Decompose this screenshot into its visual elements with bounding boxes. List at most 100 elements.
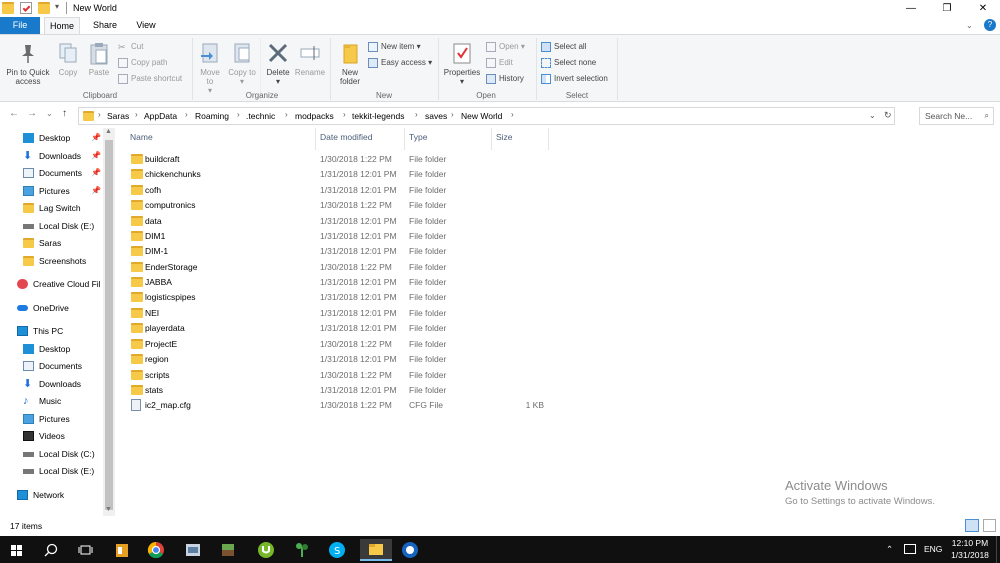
maximize-button[interactable]: ❐: [929, 0, 965, 17]
file-row[interactable]: computronics 1/30/2018 1:22 PM File folder: [126, 198, 666, 213]
nav-item-creative-cloud[interactable]: Creative Cloud Fil: [0, 276, 103, 292]
media-app-icon[interactable]: [110, 539, 142, 561]
select-none-button[interactable]: Select none: [541, 56, 596, 69]
breadcrumb-modpacks[interactable]: modpacks: [295, 111, 334, 121]
file-row[interactable]: logisticspipes 1/31/2018 12:01 PM File fol…: [126, 290, 666, 305]
clock[interactable]: 12:10 PM 1/31/2018: [950, 537, 990, 561]
nav-item-lag-switch[interactable]: Lag Switch: [0, 200, 103, 216]
file-row[interactable]: stats 1/31/2018 12:01 PM File folder: [126, 383, 666, 398]
app-blue-circle-icon[interactable]: [398, 539, 430, 561]
file-row[interactable]: JABBA 1/31/2018 12:01 PM File folder: [126, 275, 666, 290]
navigation-scrollbar[interactable]: ▲ ▼: [103, 128, 115, 516]
breadcrumb-new-world[interactable]: New World: [461, 111, 502, 121]
nav-item-pc-music[interactable]: ♪ Music: [0, 393, 103, 409]
file-row[interactable]: data 1/31/2018 12:01 PM File folder: [126, 214, 666, 229]
file-row[interactable]: scripts 1/30/2018 1:22 PM File folder: [126, 368, 666, 383]
pin-icon[interactable]: 📌: [91, 183, 101, 199]
move-to-button[interactable]: Move to ▾: [196, 41, 224, 95]
nav-item-pc-videos[interactable]: Videos: [0, 428, 103, 444]
tab-file[interactable]: File: [0, 17, 40, 34]
column-divider[interactable]: [548, 128, 549, 150]
breadcrumb-appdata[interactable]: AppData: [144, 111, 177, 121]
search-input[interactable]: Search Ne... ⌕: [919, 107, 994, 125]
plant-app-icon[interactable]: [290, 539, 322, 561]
file-row[interactable]: NEI 1/31/2018 12:01 PM File folder: [126, 306, 666, 321]
delete-button[interactable]: Delete ▾: [263, 41, 293, 86]
minecraft-icon[interactable]: [216, 539, 248, 561]
tab-home[interactable]: Home: [44, 17, 80, 34]
file-row[interactable]: chickenchunks 1/31/2018 12:01 PM File fold…: [126, 167, 666, 182]
tab-share[interactable]: Share: [86, 17, 124, 34]
nav-item-downloads[interactable]: ⬇ Downloads 📌: [0, 148, 103, 164]
help-icon[interactable]: ?: [984, 19, 996, 31]
nav-item-pictures[interactable]: Pictures 📌: [0, 183, 103, 199]
pin-quick-access-button[interactable]: Pin to Quick access: [2, 41, 54, 86]
nav-item-network[interactable]: Network: [0, 487, 103, 503]
nav-item-local-disk-e[interactable]: Local Disk (E:): [0, 218, 103, 234]
breadcrumb-saras[interactable]: Saras: [107, 111, 129, 121]
file-explorer-taskbar-icon[interactable]: [360, 539, 392, 561]
file-row[interactable]: cofh 1/31/2018 12:01 PM File folder: [126, 183, 666, 198]
history-button[interactable]: History: [486, 72, 524, 85]
pin-icon[interactable]: 📌: [91, 130, 101, 146]
copy-to-button[interactable]: Copy to ▾: [228, 41, 256, 86]
ribbon-collapse-icon[interactable]: ⌄: [966, 21, 973, 30]
column-divider[interactable]: [404, 128, 405, 150]
pin-icon[interactable]: 📌: [91, 165, 101, 181]
nav-item-desktop[interactable]: Desktop 📌: [0, 130, 103, 146]
breadcrumb-chevron-icon[interactable]: ›: [511, 110, 514, 119]
nav-item-pc-desktop[interactable]: Desktop: [0, 341, 103, 357]
new-folder-button[interactable]: New folder: [334, 41, 366, 86]
breadcrumb-technic[interactable]: .technic: [246, 111, 275, 121]
show-desktop-button[interactable]: [996, 536, 1000, 563]
file-row[interactable]: DIM-1 1/31/2018 12:01 PM File folder: [126, 244, 666, 259]
breadcrumb-chevron-icon[interactable]: ›: [285, 110, 288, 119]
breadcrumb-tekkit-legends[interactable]: tekkit-legends: [352, 111, 404, 121]
file-row[interactable]: region 1/31/2018 12:01 PM File folder: [126, 352, 666, 367]
scrollbar-thumb[interactable]: [105, 140, 113, 510]
nav-item-saras[interactable]: Saras: [0, 235, 103, 251]
search-icon[interactable]: [40, 539, 72, 561]
battery-icon[interactable]: [904, 544, 916, 554]
rename-button[interactable]: Rename: [294, 41, 326, 77]
recent-locations-icon[interactable]: ⌄: [46, 109, 53, 118]
file-row[interactable]: EnderStorage 1/30/2018 1:22 PM File folder: [126, 260, 666, 275]
refresh-icon[interactable]: ↻: [884, 110, 892, 121]
nav-item-pc-pictures[interactable]: Pictures: [0, 411, 103, 427]
cut-button[interactable]: ✂ Cut: [118, 40, 143, 53]
new-folder-quick-icon[interactable]: [38, 2, 50, 14]
file-row[interactable]: DIM1 1/31/2018 12:01 PM File folder: [126, 229, 666, 244]
scroll-up-icon[interactable]: ▲: [105, 128, 112, 135]
language-indicator[interactable]: ENG: [924, 544, 942, 554]
file-row[interactable]: buildcraft 1/30/2018 1:22 PM File folder: [126, 152, 666, 167]
column-divider[interactable]: [491, 128, 492, 150]
paste-button[interactable]: Paste: [86, 41, 112, 77]
copy-button[interactable]: Copy: [56, 41, 80, 77]
windows-start-icon[interactable]: [5, 539, 37, 561]
scroll-down-icon[interactable]: ▼: [105, 506, 112, 513]
edit-button[interactable]: Edit: [486, 56, 513, 69]
breadcrumb-chevron-icon[interactable]: ›: [415, 110, 418, 119]
breadcrumb-chevron-icon[interactable]: ›: [135, 110, 138, 119]
properties-quick-icon[interactable]: [20, 2, 32, 14]
breadcrumb-chevron-icon[interactable]: ›: [451, 110, 454, 119]
file-row[interactable]: playerdata 1/31/2018 12:01 PM File folder: [126, 321, 666, 336]
task-view-icon[interactable]: [74, 539, 106, 561]
properties-button[interactable]: Properties ▾: [440, 41, 484, 86]
paste-shortcut-button[interactable]: Paste shortcut: [118, 72, 182, 85]
nav-item-this-pc[interactable]: This PC: [0, 323, 103, 339]
open-button[interactable]: Open ▾: [486, 40, 525, 53]
large-icons-view-icon[interactable]: [983, 519, 996, 532]
tab-view[interactable]: View: [128, 17, 164, 34]
tray-expand-icon[interactable]: ⌃: [886, 544, 893, 555]
skype-icon[interactable]: S: [325, 539, 357, 561]
file-row[interactable]: ProjectE 1/30/2018 1:22 PM File folder: [126, 337, 666, 352]
new-item-button[interactable]: New item ▾: [368, 40, 421, 53]
breadcrumb-chevron-icon[interactable]: ›: [98, 110, 101, 119]
nav-item-pc-downloads[interactable]: ⬇ Downloads: [0, 376, 103, 392]
address-bar[interactable]: › Saras › AppData › Roaming › .technic ›…: [78, 107, 895, 125]
column-header-size[interactable]: Size: [496, 132, 513, 142]
details-view-icon[interactable]: [965, 519, 979, 532]
nav-item-pc-local-disk-c[interactable]: Local Disk (C:): [0, 446, 103, 462]
column-header-date[interactable]: Date modified: [320, 132, 372, 142]
